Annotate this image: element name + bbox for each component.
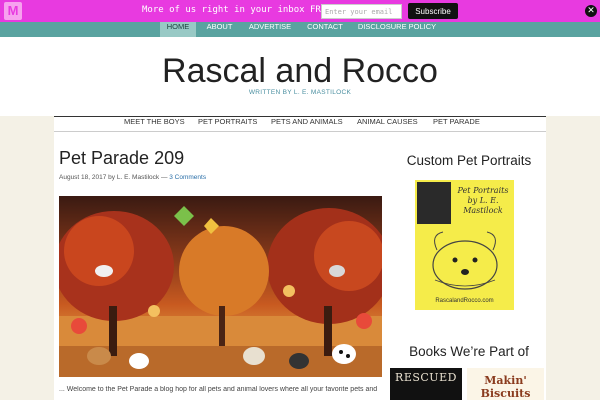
- post-date: August 18, 2017: [59, 174, 107, 181]
- post-by: by: [108, 174, 116, 181]
- sidebar-portraits-heading: Custom Pet Portraits: [406, 153, 532, 168]
- book1-title: RESCUED: [395, 371, 457, 384]
- promo-bar: M More of us right in your inbox FREE --…: [0, 0, 600, 22]
- top-nav-home[interactable]: HOME: [160, 22, 196, 37]
- post-title[interactable]: Pet Parade 209: [59, 148, 184, 169]
- book-cover-makin-biscuits[interactable]: Makin' Biscuits: [467, 368, 544, 400]
- main-nav-pets-and-animals[interactable]: PETS AND ANIMALS: [271, 117, 343, 132]
- post-meta-separator: —: [160, 174, 168, 181]
- autumn-scene-illustration: [59, 206, 382, 377]
- book2-title: Makin' Biscuits: [480, 374, 531, 400]
- post-featured-image[interactable]: [59, 196, 382, 377]
- top-nav-contact[interactable]: CONTACT: [304, 22, 346, 37]
- pet-portrait-ad[interactable]: Pet Portraits by L. E. Mastilock Rascala…: [415, 180, 514, 310]
- post-meta: August 18, 2017 by L. E. Mastilock — 3 C…: [59, 174, 206, 181]
- main-nav-pet-portraits[interactable]: PET PORTRAITS: [198, 117, 257, 132]
- main-nav-pet-parade[interactable]: PET PARADE: [433, 117, 480, 132]
- post-excerpt: ... Welcome to the Pet Parade a blog hop…: [59, 386, 378, 393]
- book-cover-rescued[interactable]: RESCUED: [390, 368, 462, 400]
- subscribe-button[interactable]: Subscribe: [408, 3, 458, 19]
- dog-sketch-illustration: [432, 231, 498, 290]
- close-icon[interactable]: ✕: [585, 5, 597, 17]
- top-nav-advertise[interactable]: ADVERTISE: [245, 22, 295, 37]
- main-nav-meet-the-boys[interactable]: MEET THE BOYS: [124, 117, 185, 132]
- portrait-site-url: RascalandRocco.com: [435, 298, 494, 304]
- site-header: Rascal and Rocco WRITTEN BY L. E. MASTIL…: [0, 37, 600, 116]
- site-title[interactable]: Rascal and Rocco: [0, 52, 600, 91]
- main-nav: MEET THE BOYS PET PORTRAITS PETS AND ANI…: [54, 116, 546, 132]
- post-author[interactable]: L. E. Mastilock: [117, 174, 159, 181]
- main-nav-animal-causes[interactable]: ANIMAL CAUSES: [357, 117, 418, 132]
- top-nav-disclosure-policy[interactable]: DISCLOSURE POLICY: [357, 22, 437, 37]
- post-comments-link[interactable]: 3 Comments: [169, 174, 206, 181]
- content-wrap: MEET THE BOYS PET PORTRAITS PETS AND ANI…: [54, 116, 546, 400]
- sidebar-books-heading: Books We’re Part of: [409, 344, 529, 359]
- promo-logo-icon: M: [4, 2, 22, 20]
- top-nav-about[interactable]: ABOUT: [201, 22, 238, 37]
- top-nav: HOME ABOUT ADVERTISE CONTACT DISCLOSURE …: [0, 22, 600, 37]
- site-description: WRITTEN BY L. E. MASTILOCK: [248, 89, 352, 96]
- email-input[interactable]: [321, 4, 402, 19]
